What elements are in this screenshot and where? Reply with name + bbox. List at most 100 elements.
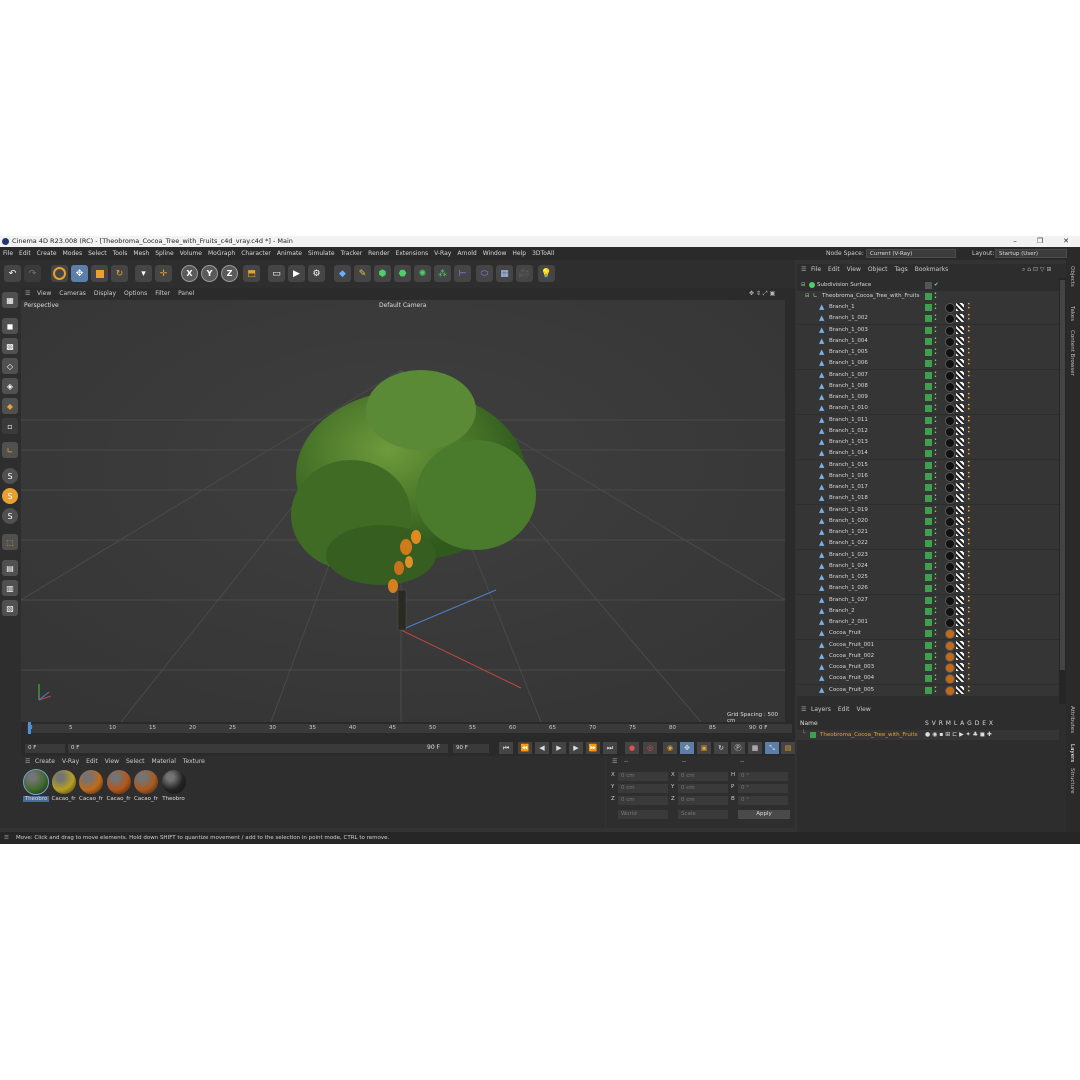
- uvw-tag-icon[interactable]: [956, 550, 964, 559]
- uvw-tag-icon[interactable]: [956, 573, 964, 581]
- deformer-icon[interactable]: ⬣: [394, 265, 411, 282]
- autokey-icon[interactable]: ◎: [643, 742, 657, 754]
- polygons-mode-icon[interactable]: ◆: [2, 398, 18, 414]
- material-menu-edit[interactable]: Edit: [86, 758, 98, 765]
- material-name[interactable]: Cacao_fr: [133, 796, 159, 802]
- visibility-dots[interactable]: • •: [934, 471, 937, 481]
- coordinate-system-icon[interactable]: ⬒: [243, 265, 260, 282]
- object-row[interactable]: ▲ Cocoa_Fruit_004 • • • •: [797, 673, 1059, 685]
- y-axis-lock-icon[interactable]: Y: [201, 265, 218, 282]
- material-tag-icon[interactable]: [945, 629, 955, 640]
- timeline-range-slider[interactable]: 0 F: [68, 744, 448, 753]
- model-mode-icon[interactable]: ◼: [2, 318, 18, 334]
- menu-item-window[interactable]: Window: [480, 247, 510, 260]
- phong-tag-icon[interactable]: • •: [967, 369, 972, 380]
- viewport-3d[interactable]: Perspective Default Camera Grid Spacing …: [21, 300, 785, 722]
- material-menu-texture[interactable]: Texture: [183, 758, 205, 765]
- visibility-dots[interactable]: • •: [934, 606, 937, 616]
- phong-tag-icon[interactable]: • •: [967, 493, 972, 503]
- object-scrollbar[interactable]: [1059, 278, 1066, 704]
- render-view-icon[interactable]: ▭: [268, 265, 285, 282]
- object-row[interactable]: ▲ Branch_1_013 • • • •: [797, 437, 1059, 448]
- apply-button[interactable]: Apply: [738, 810, 790, 819]
- axis-mode-icon[interactable]: ∟: [2, 442, 18, 458]
- frame-field-right[interactable]: 0 F: [756, 724, 792, 733]
- snap-icon[interactable]: S: [2, 468, 18, 484]
- render-picture-viewer-icon[interactable]: ▶: [288, 265, 305, 282]
- visibility-dots[interactable]: • •: [934, 314, 937, 323]
- dock-tab-objects[interactable]: Objects: [1069, 266, 1075, 287]
- phong-tag-icon[interactable]: • •: [967, 392, 972, 402]
- object-search-icons[interactable]: ⌕ ⌂ ⊡ ▽ ⊞: [1022, 266, 1051, 274]
- object-row[interactable]: ▲ Branch_1_015 • • • •: [797, 459, 1059, 471]
- object-row[interactable]: ▲ Branch_1_017 • • • •: [797, 482, 1059, 493]
- scale-dropdown[interactable]: Scale: [678, 810, 728, 819]
- viewport-menu-options[interactable]: Options: [120, 288, 151, 300]
- object-menu-file[interactable]: File: [811, 266, 821, 273]
- phong-tag-icon[interactable]: • •: [967, 335, 972, 346]
- visibility-dots[interactable]: • •: [934, 584, 937, 593]
- menu-item-tools[interactable]: Tools: [110, 247, 131, 260]
- material-tag-icon[interactable]: [945, 663, 955, 673]
- recent-tools-icon[interactable]: ▾: [135, 265, 152, 282]
- visibility-dots[interactable]: • •: [934, 629, 937, 638]
- mograph-effector-icon[interactable]: ⁂: [434, 265, 451, 282]
- material-name[interactable]: Theobro: [161, 796, 187, 802]
- phong-tag-icon[interactable]: • •: [967, 684, 972, 695]
- layer-menu-layers[interactable]: Layers: [811, 706, 831, 713]
- object-row[interactable]: ▲ Branch_1_026 • • • •: [797, 583, 1059, 595]
- material-tag-icon[interactable]: [945, 584, 955, 595]
- rot-x-field[interactable]: 0 cm: [678, 772, 728, 781]
- menu-item-simulate[interactable]: Simulate: [305, 247, 338, 260]
- phong-tag-icon[interactable]: • •: [967, 605, 972, 616]
- phong-tag-icon[interactable]: • •: [967, 313, 972, 323]
- visibility-dots[interactable]: • •: [934, 292, 937, 301]
- pos-z-field[interactable]: 0 cm: [618, 796, 668, 805]
- object-row[interactable]: ▲ Branch_1_011 • • • •: [797, 414, 1059, 426]
- subdivision-generator-icon[interactable]: ⬢: [374, 265, 391, 282]
- render-settings-icon[interactable]: ⚙: [308, 265, 325, 282]
- layout-dropdown[interactable]: Startup (User): [995, 249, 1067, 258]
- rot-y-field[interactable]: 0 cm: [678, 784, 728, 793]
- object-menu-object[interactable]: Object: [868, 266, 888, 273]
- dock-tab-attributes[interactable]: Attributes: [1069, 706, 1075, 733]
- next-frame-icon[interactable]: ▶: [569, 742, 583, 754]
- close-button[interactable]: ✕: [1056, 236, 1076, 247]
- material-tag-icon[interactable]: [945, 505, 955, 516]
- phong-tag-icon[interactable]: • •: [967, 448, 972, 458]
- phong-tag-icon[interactable]: • •: [967, 380, 972, 391]
- camera-icon[interactable]: 🎥: [516, 265, 533, 282]
- pen-spline-icon[interactable]: ✎: [354, 265, 371, 282]
- object-scrollbar-thumb[interactable]: [1060, 280, 1065, 670]
- play-icon[interactable]: ▶: [552, 742, 566, 754]
- uvw-tag-icon[interactable]: [956, 483, 964, 491]
- collapse-icon[interactable]: ⊟: [805, 291, 810, 302]
- texture-mode-icon[interactable]: ▩: [2, 338, 18, 354]
- visibility-dots[interactable]: • •: [934, 516, 937, 526]
- object-row-root[interactable]: ⊟ ∟ Theobroma_Cocoa_Tree_with_Fruits • •: [797, 291, 1059, 302]
- object-row[interactable]: ▲ Branch_1_020 • • • •: [797, 515, 1059, 527]
- uvw-tag-icon[interactable]: [956, 516, 964, 525]
- menu-item-animate[interactable]: Animate: [274, 247, 305, 260]
- go-to-start-icon[interactable]: ⏮: [499, 742, 513, 754]
- material-tag-icon[interactable]: [945, 550, 955, 561]
- material-tag-icon[interactable]: [945, 573, 955, 583]
- material-tag-icon[interactable]: [945, 370, 955, 381]
- material-tag-icon[interactable]: [945, 561, 955, 572]
- layers-menu-icon[interactable]: ☰: [801, 706, 806, 713]
- material-menu-view[interactable]: View: [105, 758, 119, 765]
- uvw-tag-icon[interactable]: [956, 370, 964, 379]
- size-h-field[interactable]: 0 °: [738, 772, 788, 781]
- uvw-tag-icon[interactable]: [956, 415, 964, 424]
- visibility-dots[interactable]: • •: [934, 303, 937, 312]
- uvw-tag-icon[interactable]: [956, 539, 964, 548]
- object-row[interactable]: ▲ Branch_1_006 • • • •: [797, 358, 1059, 370]
- material-tag-icon[interactable]: [945, 640, 955, 651]
- uvw-tag-icon[interactable]: [956, 685, 964, 694]
- uvw-tag-icon[interactable]: [956, 606, 964, 615]
- material-tag-icon[interactable]: [945, 303, 955, 313]
- menu-item-v-ray[interactable]: V-Ray: [431, 247, 454, 260]
- previous-key-icon[interactable]: ⏪: [518, 742, 532, 754]
- menu-item-tracker[interactable]: Tracker: [338, 247, 366, 260]
- menu-item-extensions[interactable]: Extensions: [393, 247, 432, 260]
